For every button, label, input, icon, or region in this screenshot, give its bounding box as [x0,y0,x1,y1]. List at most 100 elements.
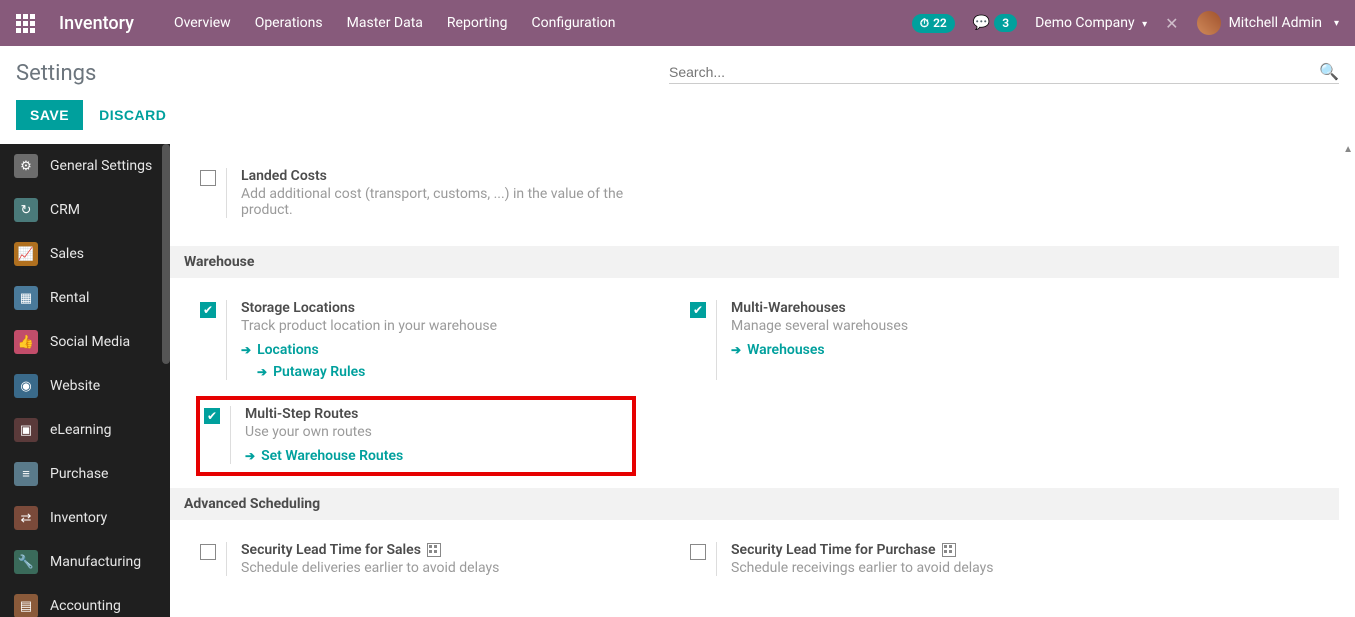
setting-multi-step: ✔ Multi-Step Routes Use your own routes … [204,406,624,464]
link-locations[interactable]: ➔Locations [241,342,670,358]
menu-master-data[interactable]: Master Data [347,15,423,31]
sidebar-item-crm[interactable]: ↻ CRM [0,188,170,232]
sidebar-icon: 👍 [14,330,38,354]
warehouse-row-1: ✔ Storage Locations Track product locati… [200,292,1347,396]
menu-overview[interactable]: Overview [174,15,231,31]
app-name[interactable]: Inventory [59,13,134,34]
setting-title: Multi-Step Routes [245,406,624,422]
actions-row: SAVE DISCARD [0,90,1355,144]
setting-security-sales: Security Lead Time for Sales Schedule de… [200,542,670,576]
highlight-multi-step: ✔ Multi-Step Routes Use your own routes … [196,396,636,476]
sidebar-item-sales[interactable]: 📈 Sales [0,232,170,276]
sidebar-icon: ▦ [14,286,38,310]
scroll-up-icon[interactable]: ▲ [1343,144,1353,155]
sidebar-item-elearning[interactable]: ▣ eLearning [0,408,170,452]
sidebar-item-purchase[interactable]: ≡Purchase [0,452,170,496]
sidebar-item-label: Social Media [50,334,130,350]
main-area: ⚙General Settings ↻ CRM 📈 Sales ▦ Rental 👍 Socia… [0,144,1355,617]
link-putaway-rules[interactable]: ➔Putaway Rules [257,364,670,380]
setting-title: Landed Costs [241,168,670,184]
avatar [1197,11,1221,35]
link-warehouses[interactable]: ➔Warehouses [731,342,1160,358]
save-button[interactable]: SAVE [16,100,83,130]
sidebar-item-rental[interactable]: ▦ Rental [0,276,170,320]
sidebar-item-manufacturing[interactable]: 🔧 Manufacturing [0,540,170,584]
sidebar-item-label: Rental [50,290,89,306]
building-icon [427,543,441,557]
sidebar-item-label: General Settings [50,158,152,174]
setting-storage-locations: ✔ Storage Locations Track product locati… [200,300,670,380]
sidebar-item-social-media[interactable]: 👍 Social Media [0,320,170,364]
checkbox-storage[interactable]: ✔ [200,302,216,318]
sidebar-icon: ▤ [14,594,38,617]
topbar: Inventory Overview Operations Master Dat… [0,0,1355,46]
top-menu: Overview Operations Master Data Reportin… [174,15,616,31]
chat-count: 3 [994,14,1017,32]
setting-multi-warehouses: ✔ Multi-Warehouses Manage several wareho… [690,300,1160,380]
setting-security-purchase: Security Lead Time for Purchase Schedule… [690,542,1160,576]
checkbox-sec-purchase[interactable] [690,544,706,560]
setting-desc: Schedule deliveries earlier to avoid del… [241,560,670,576]
sidebar-item-accounting[interactable]: ▤Accounting [0,584,170,617]
sidebar-item-label: Sales [50,246,84,262]
checkbox-sec-sales[interactable] [200,544,216,560]
chat-badge[interactable]: 💬 3 [973,14,1017,32]
sidebar-icon: 🔧 [14,550,38,574]
setting-desc: Manage several warehouses [731,318,1160,334]
chevron-down-icon: ▾ [1142,19,1147,30]
discard-button[interactable]: DISCARD [99,107,166,123]
sidebar: ⚙General Settings ↻ CRM 📈 Sales ▦ Rental 👍 Socia… [0,144,170,617]
menu-configuration[interactable]: Configuration [531,15,615,31]
user-menu[interactable]: Mitchell Admin ▾ [1197,11,1339,35]
setting-title: Storage Locations [241,300,670,316]
sidebar-icon: ⇄ [14,506,38,530]
menu-reporting[interactable]: Reporting [447,15,508,31]
setting-title: Security Lead Time for Purchase [731,542,1160,558]
scheduling-row: Security Lead Time for Sales Schedule de… [200,534,1347,592]
apps-icon[interactable] [16,14,35,33]
sidebar-item-label: Purchase [50,466,108,482]
sidebar-icon: ▣ [14,418,38,442]
scrollbar[interactable] [162,144,170,364]
sidebar-icon: ◉ [14,374,38,398]
search-input[interactable] [669,64,1319,80]
sidebar-item-label: Manufacturing [50,554,141,570]
company-switcher[interactable]: Demo Company ▾ [1035,15,1147,31]
setting-desc: Use your own routes [245,424,624,440]
sidebar-icon: 📈 [14,242,38,266]
sidebar-item-website[interactable]: ◉ Website [0,364,170,408]
sidebar-item-label: CRM [50,202,80,218]
section-scheduling: Advanced Scheduling [170,488,1339,520]
clock-icon: ⏱ [920,16,929,31]
setting-title: Multi-Warehouses [731,300,1160,316]
topbar-right: ⏱ 22 💬 3 Demo Company ▾ ✕ Mitchell Admin… [912,11,1339,35]
setting-title: Security Lead Time for Sales [241,542,670,558]
arrow-right-icon: ➔ [241,343,251,357]
activity-badge[interactable]: ⏱ 22 [912,14,955,33]
section-warehouse: Warehouse [170,246,1339,278]
building-icon [942,543,956,557]
link-set-warehouse-routes[interactable]: ➔Set Warehouse Routes [245,448,624,464]
setting-landed-costs: Landed Costs Add additional cost (transp… [200,160,1347,234]
arrow-right-icon: ➔ [245,449,255,463]
sidebar-item-inventory[interactable]: ⇄ Inventory [0,496,170,540]
checkbox-landed[interactable] [200,170,216,186]
user-name: Mitchell Admin [1229,15,1322,31]
page-title: Settings [16,61,96,86]
speech-icon: 💬 [973,15,990,31]
menu-operations[interactable]: Operations [255,15,323,31]
checkbox-multiwh[interactable]: ✔ [690,302,706,318]
setting-desc: Add additional cost (transport, customs,… [241,186,670,218]
search-icon[interactable]: 🔍 [1319,62,1339,81]
sidebar-item-label: Inventory [50,510,107,526]
checkbox-multistep[interactable]: ✔ [204,408,220,424]
setting-desc: Track product location in your warehouse [241,318,670,334]
debug-icon[interactable]: ✕ [1165,14,1178,33]
sidebar-item-general-settings[interactable]: ⚙General Settings [0,144,170,188]
setting-desc: Schedule receivings earlier to avoid del… [731,560,1160,576]
search-area: 🔍 [669,62,1339,84]
arrow-right-icon: ➔ [257,365,267,379]
sidebar-item-label: eLearning [50,422,111,438]
sidebar-icon: ↻ [14,198,38,222]
sidebar-item-label: Website [50,378,100,394]
